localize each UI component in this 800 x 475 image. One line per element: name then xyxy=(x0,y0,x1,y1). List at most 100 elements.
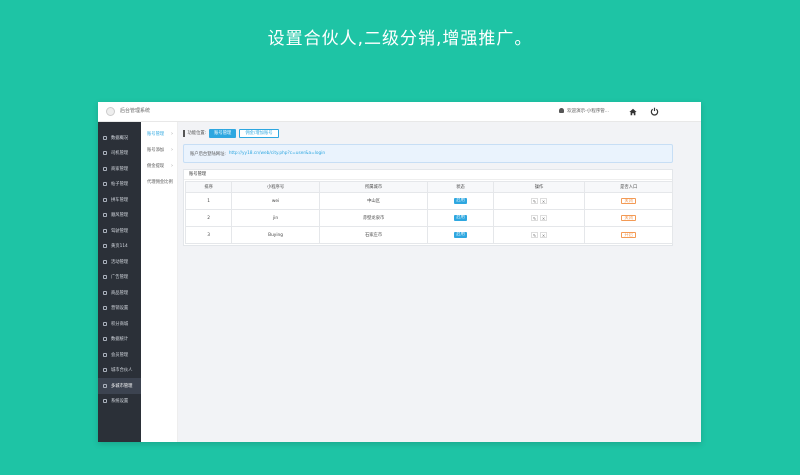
table-cell: 赤壁龙泉市 xyxy=(318,209,429,227)
edit-icon[interactable]: ✎ xyxy=(531,231,539,238)
entry-toggle-badge[interactable]: 关闭 xyxy=(621,215,636,221)
delete-icon[interactable]: × xyxy=(540,197,548,204)
subnav-item-label: 代理佣金比例 xyxy=(147,180,173,185)
user-name: 欢迎演示-小程序管... xyxy=(567,109,609,114)
sidebar-item[interactable]: 系统设置 xyxy=(98,394,141,410)
admin-window: 后台管理系统 欢迎演示-小程序管... 数据概况司机管理商家管理 帖子管理拼车管理… xyxy=(98,102,701,442)
sidebar-item[interactable]: 驾驶管理 xyxy=(98,223,141,239)
delete-icon[interactable]: × xyxy=(540,214,548,221)
table-cell: wei xyxy=(231,192,320,210)
table-cell: Buying xyxy=(231,226,320,244)
sub-navigation: 账号管理 › 账号添加 › 佣金提现 › 代理佣金比例 xyxy=(141,122,178,442)
sidebar-item-label: 系统设置 xyxy=(111,399,129,405)
table-cell: 启用 xyxy=(427,192,494,210)
sidebar-item-label: 数据概况 xyxy=(111,135,129,141)
sidebar-item[interactable]: 司机管理 xyxy=(98,146,141,162)
wheel-icon xyxy=(103,228,107,233)
sidebar-item[interactable]: 黄页114 xyxy=(98,239,141,255)
sidebar-item[interactable]: 顺风管理 xyxy=(98,208,141,224)
stats-icon xyxy=(103,337,107,342)
table-cell: 启用 xyxy=(427,226,494,244)
sidebar-item[interactable]: 帖子管理 xyxy=(98,177,141,193)
subnav-item[interactable]: 账号添加 › xyxy=(141,142,177,158)
status-badge[interactable]: 启用 xyxy=(454,215,467,221)
table-cell: 1 xyxy=(184,192,233,210)
sidebar-item[interactable]: 营销设置 xyxy=(98,301,141,317)
sidebar-item-label: 驾驶管理 xyxy=(111,228,129,234)
sidebar: 数据概况司机管理商家管理 帖子管理拼车管理顺风管理驾驶管理黄页114 活动管理广告管… xyxy=(98,122,141,442)
user-icon xyxy=(103,151,107,156)
entry-toggle-badge[interactable]: 关闭 xyxy=(621,198,636,204)
sidebar-item-label: 黄页114 xyxy=(111,244,128,250)
subnav-item-label: 佣金提现 xyxy=(147,164,165,169)
sidebar-item[interactable]: 数据统计 xyxy=(98,332,141,348)
sidebar-item[interactable]: 会员管理 xyxy=(98,347,141,363)
table-cell: ✎ × xyxy=(492,226,586,244)
sidebar-item-label: 数据统计 xyxy=(111,337,129,343)
delete-icon[interactable]: × xyxy=(540,231,548,238)
sidebar-item[interactable]: 积分商城 xyxy=(98,316,141,332)
entry-toggle-badge[interactable]: 开启 xyxy=(621,232,636,238)
table-cell: 2 xyxy=(184,209,233,227)
add-account-button[interactable]: 佣金/增加账号 xyxy=(239,128,279,138)
column-header: 操作 xyxy=(492,181,586,193)
edit-icon[interactable]: ✎ xyxy=(531,197,539,204)
promo-banner-text: 设置合伙人,二级分销,增强推广。 xyxy=(267,29,533,49)
column-header: 排序 xyxy=(184,181,233,193)
account-manage-button[interactable]: 账号管理 xyxy=(209,128,237,138)
user-icon xyxy=(559,108,565,113)
shop-icon xyxy=(103,166,107,171)
sidebar-item[interactable]: 拼车管理 xyxy=(98,192,141,208)
main-content: 功能位置: 账号管理 佣金/增加账号 账户后台登陆网址: http://yy18… xyxy=(183,128,673,246)
login-url-link[interactable]: http://yy18.cn/web/city.php?c=user&a=log… xyxy=(229,151,325,156)
table-row: 2 jin 赤壁龙泉市 启用 ✎ × 关闭 xyxy=(184,209,673,227)
sidebar-item[interactable]: 数据概况 xyxy=(98,130,141,146)
chevron-right-icon: › xyxy=(171,131,173,137)
post-icon xyxy=(103,182,107,187)
sidebar-item[interactable]: 活动管理 xyxy=(98,254,141,270)
app-title: 后台管理系统 xyxy=(120,108,151,114)
chevron-right-icon: › xyxy=(171,147,173,153)
chevron-right-icon: › xyxy=(171,163,173,169)
sidebar-item-label: 司机管理 xyxy=(111,151,129,157)
subnav-item[interactable]: 代理佣金比例 xyxy=(141,174,177,190)
edit-icon[interactable]: ✎ xyxy=(531,214,539,221)
member-icon xyxy=(103,352,107,357)
table-cell: 关闭 xyxy=(584,192,673,210)
toolbar: 功能位置: 账号管理 佣金/增加账号 xyxy=(183,128,673,138)
table-cell: 启用 xyxy=(427,209,494,227)
status-badge[interactable]: 启用 xyxy=(454,232,467,238)
app-logo xyxy=(106,107,115,116)
sidebar-item[interactable]: 广告管理 xyxy=(98,270,141,286)
sidebar-item[interactable]: 多城市管理 xyxy=(98,378,141,394)
table-cell: 石家庄市 xyxy=(318,226,429,244)
gear-icon xyxy=(103,399,107,404)
power-icon[interactable] xyxy=(650,107,659,116)
section-marker xyxy=(183,129,185,137)
toolbar-label: 功能位置: xyxy=(187,131,207,136)
sidebar-item-label: 拼车管理 xyxy=(111,197,129,203)
partner-icon xyxy=(103,368,107,373)
book-icon xyxy=(103,244,107,249)
ad-icon xyxy=(103,275,107,280)
accounts-panel: 账号管理 排序 小程序号 所属城市 状态 操作 是否入口 1 wei 中山区 启用 ✎ × 关闭 2 ji… xyxy=(183,169,673,246)
column-header: 是否入口 xyxy=(584,181,673,193)
activity-icon xyxy=(103,259,107,264)
sidebar-item-label: 广告管理 xyxy=(111,275,129,281)
subnav-item[interactable]: 账号管理 › xyxy=(141,126,177,142)
city-icon xyxy=(103,383,107,388)
panel-title: 账号管理 xyxy=(184,170,672,180)
status-badge[interactable]: 启用 xyxy=(454,198,467,204)
subnav-item-label: 账号添加 xyxy=(147,148,165,153)
home-icon[interactable] xyxy=(629,108,637,116)
subnav-item[interactable]: 佣金提现 › xyxy=(141,158,177,174)
cart-icon xyxy=(103,290,107,295)
car-icon xyxy=(103,213,107,218)
sidebar-item[interactable]: 商品管理 xyxy=(98,285,141,301)
user-menu[interactable]: 欢迎演示-小程序管... xyxy=(559,108,609,114)
sidebar-item-label: 营销设置 xyxy=(111,306,129,312)
sidebar-item[interactable]: 城市合伙人 xyxy=(98,363,141,379)
car-icon xyxy=(103,197,107,202)
table-cell: ✎ × xyxy=(492,192,586,210)
sidebar-item[interactable]: 商家管理 xyxy=(98,161,141,177)
